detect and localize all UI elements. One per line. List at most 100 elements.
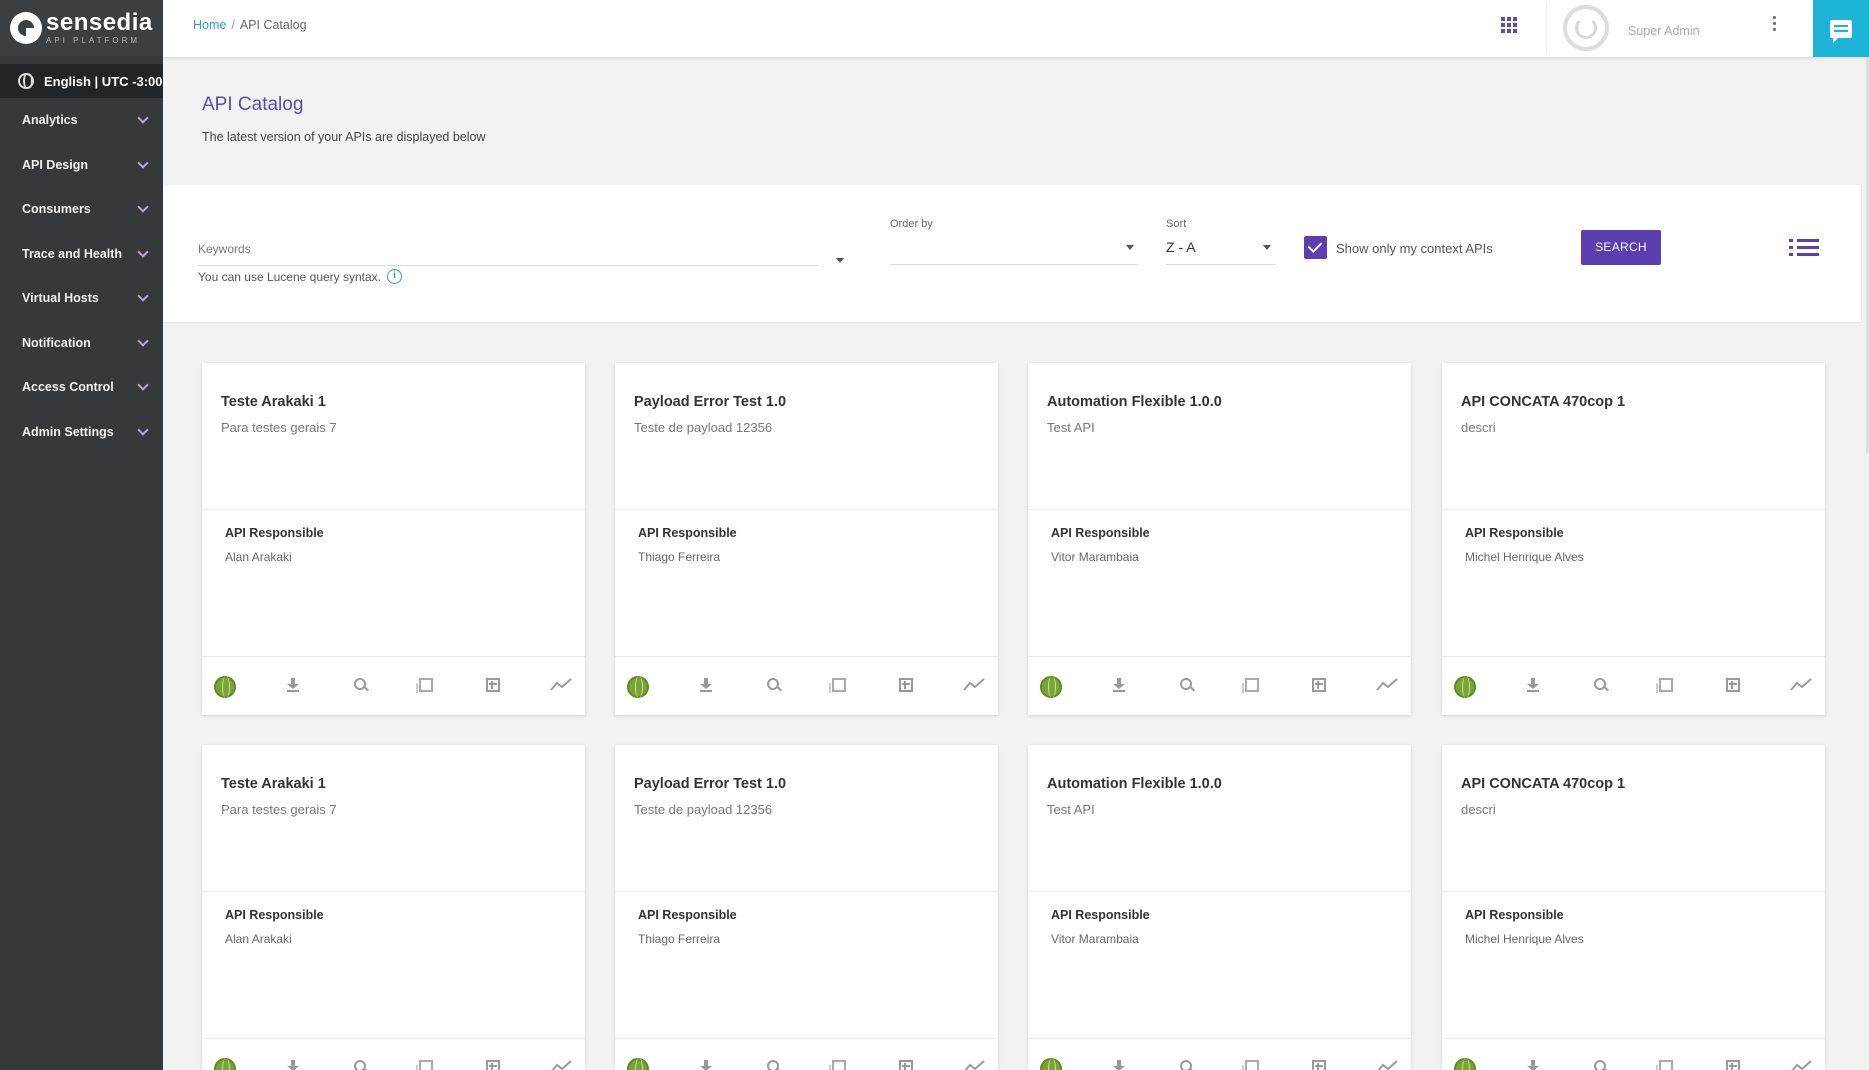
search-icon[interactable] — [1180, 678, 1192, 690]
copy-icon[interactable] — [416, 678, 433, 693]
sidebar-item-access-control[interactable]: Access Control — [0, 365, 163, 410]
copy-icon[interactable] — [1242, 678, 1259, 693]
download-icon[interactable] — [700, 678, 712, 692]
caret-down-icon[interactable] — [836, 258, 844, 263]
breadcrumb-separator: / — [231, 18, 235, 32]
api-card[interactable]: API CONCATA 470cop 1 descri API Responsibl… — [1442, 745, 1825, 1070]
api-card-title[interactable]: Automation Flexible 1.0.0 — [1047, 776, 1222, 792]
copy-icon[interactable] — [829, 1060, 846, 1070]
copy-icon[interactable] — [1242, 1060, 1259, 1070]
trending-icon[interactable] — [550, 1059, 572, 1070]
order-by-select[interactable] — [890, 264, 1137, 265]
api-card[interactable]: Payload Error Test 1.0 Teste de payload 1… — [615, 363, 998, 715]
avatar[interactable] — [1563, 5, 1609, 51]
add-copy-icon[interactable] — [486, 678, 500, 692]
status-globe-icon[interactable] — [214, 676, 236, 698]
add-copy-icon[interactable] — [1726, 678, 1740, 692]
trending-icon[interactable] — [550, 677, 572, 691]
apps-grid-icon[interactable] — [1501, 17, 1517, 33]
status-globe-icon[interactable] — [1040, 1058, 1062, 1070]
download-icon[interactable] — [287, 1060, 299, 1070]
copy-icon[interactable] — [1656, 678, 1673, 693]
api-responsible-name: Alan Arakaki — [225, 932, 292, 946]
search-icon[interactable] — [1594, 1060, 1606, 1070]
search-icon[interactable] — [767, 1060, 779, 1070]
trending-icon[interactable] — [1376, 1059, 1398, 1070]
keywords-input[interactable]: Keywords — [198, 242, 251, 256]
status-globe-icon[interactable] — [1040, 676, 1062, 698]
divider — [202, 509, 585, 510]
copy-icon[interactable] — [829, 678, 846, 693]
search-icon[interactable] — [1180, 1060, 1192, 1070]
status-globe-icon[interactable] — [1454, 1058, 1476, 1070]
download-icon[interactable] — [1113, 1060, 1125, 1070]
info-icon[interactable]: i — [387, 269, 403, 284]
status-globe-icon[interactable] — [1454, 676, 1476, 698]
api-card-title[interactable]: Teste Arakaki 1 — [221, 776, 326, 792]
breadcrumb: Home / API Catalog — [193, 18, 307, 32]
add-copy-icon[interactable] — [1312, 678, 1326, 692]
api-card[interactable]: Teste Arakaki 1 Para testes gerais 7 API R… — [202, 745, 585, 1070]
language-selector[interactable]: English | UTC -3:00 — [0, 64, 163, 98]
download-icon[interactable] — [700, 1060, 712, 1070]
api-card[interactable]: API CONCATA 470cop 1 descri API Responsibl… — [1442, 363, 1825, 715]
api-card-title[interactable]: Payload Error Test 1.0 — [634, 776, 786, 792]
list-view-icon[interactable] — [1789, 239, 1819, 257]
add-copy-icon[interactable] — [1312, 1060, 1326, 1070]
search-icon[interactable] — [354, 678, 366, 690]
api-card-title[interactable]: API CONCATA 470cop 1 — [1461, 394, 1625, 410]
divider — [615, 509, 998, 510]
status-globe-icon[interactable] — [627, 1058, 649, 1070]
api-card[interactable]: Teste Arakaki 1 Para testes gerais 7 API R… — [202, 363, 585, 715]
sidebar-item-api-design[interactable]: API Design — [0, 143, 163, 188]
trending-icon[interactable] — [1790, 1059, 1812, 1070]
more-vert-icon[interactable] — [1773, 16, 1777, 31]
download-icon[interactable] — [1113, 678, 1125, 692]
user-name[interactable]: Super Admin — [1628, 24, 1700, 38]
sidebar-item-virtual-hosts[interactable]: Virtual Hosts — [0, 276, 163, 321]
divider — [1546, 2, 1547, 54]
download-icon[interactable] — [1527, 678, 1539, 692]
logo[interactable]: sensedia API PLATFORM — [0, 0, 163, 56]
trending-icon[interactable] — [963, 677, 985, 691]
sidebar-item-analytics[interactable]: Analytics — [0, 98, 163, 143]
api-card[interactable]: Automation Flexible 1.0.0 Test API API Res… — [1028, 363, 1411, 715]
api-card-description: Test API — [1047, 420, 1095, 435]
context-apis-label[interactable]: Show only my context APIs — [1336, 241, 1493, 256]
add-copy-icon[interactable] — [1726, 1060, 1740, 1070]
search-icon[interactable] — [1594, 678, 1606, 690]
search-icon[interactable] — [354, 1060, 366, 1070]
add-copy-icon[interactable] — [486, 1060, 500, 1070]
api-card-title[interactable]: Teste Arakaki 1 — [221, 394, 326, 410]
sort-select[interactable]: Z - A — [1166, 239, 1196, 255]
sidebar-item-admin-settings[interactable]: Admin Settings — [0, 410, 163, 455]
context-apis-checkbox[interactable] — [1304, 236, 1327, 259]
sidebar-item-notification[interactable]: Notification — [0, 321, 163, 366]
status-globe-icon[interactable] — [214, 1058, 236, 1070]
globe-icon — [18, 73, 34, 89]
copy-icon[interactable] — [416, 1060, 433, 1070]
api-card-title[interactable]: API CONCATA 470cop 1 — [1461, 776, 1625, 792]
search-icon[interactable] — [767, 678, 779, 690]
copy-icon[interactable] — [1656, 1060, 1673, 1070]
api-card-actions — [615, 657, 998, 715]
chat-button[interactable] — [1813, 0, 1869, 57]
sidebar-item-consumers[interactable]: Consumers — [0, 187, 163, 232]
search-button[interactable]: SEARCH — [1581, 230, 1661, 265]
trending-icon[interactable] — [963, 1059, 985, 1070]
api-card[interactable]: Automation Flexible 1.0.0 Test API API Res… — [1028, 745, 1411, 1070]
download-icon[interactable] — [1527, 1060, 1539, 1070]
add-copy-icon[interactable] — [899, 1060, 913, 1070]
trending-icon[interactable] — [1790, 677, 1812, 691]
caret-down-icon[interactable] — [1126, 245, 1134, 250]
caret-down-icon[interactable] — [1263, 245, 1271, 250]
api-card-title[interactable]: Automation Flexible 1.0.0 — [1047, 394, 1222, 410]
api-card[interactable]: Payload Error Test 1.0 Teste de payload 1… — [615, 745, 998, 1070]
download-icon[interactable] — [287, 678, 299, 692]
trending-icon[interactable] — [1376, 677, 1398, 691]
status-globe-icon[interactable] — [627, 676, 649, 698]
breadcrumb-home-link[interactable]: Home — [193, 18, 226, 32]
api-card-title[interactable]: Payload Error Test 1.0 — [634, 394, 786, 410]
add-copy-icon[interactable] — [899, 678, 913, 692]
sidebar-item-trace-and-health[interactable]: Trace and Health — [0, 232, 163, 277]
